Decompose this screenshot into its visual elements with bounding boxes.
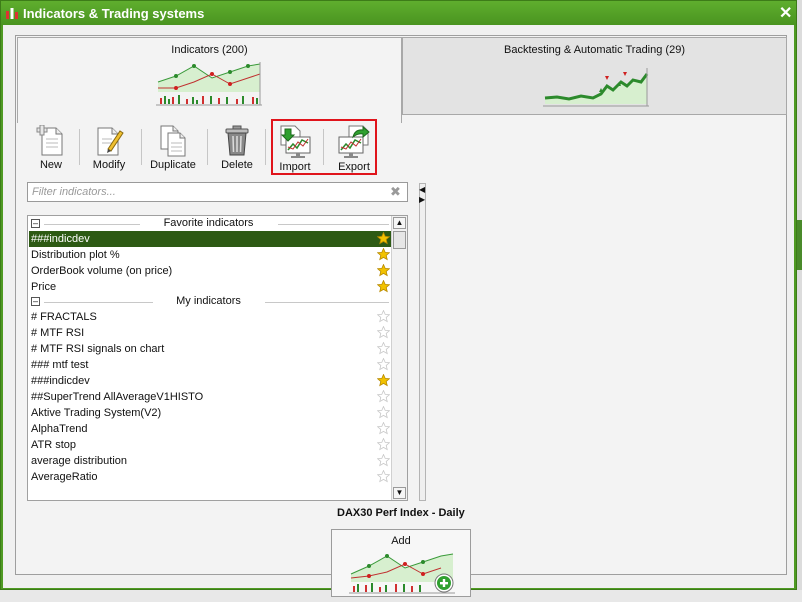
favorite-star-empty-icon[interactable] [377, 358, 390, 371]
filter-input[interactable] [32, 184, 382, 200]
indicator-list-item[interactable]: ##SuperTrend AllAverageV1HISTO [29, 389, 391, 405]
collapse-left-icon[interactable]: ◀ [419, 186, 425, 194]
indicator-list-item[interactable]: AverageRatio [29, 469, 391, 485]
group-title: My indicators [176, 295, 241, 307]
indicator-list: ▲ ▼ – Favorite indicators ###indicdev Distr… [27, 215, 408, 501]
indicator-name: AlphaTrend [31, 423, 88, 435]
indicator-list-item[interactable]: # MTF RSI signals on chart [29, 341, 391, 357]
indicator-list-item[interactable]: ###indicdev [29, 231, 391, 247]
backtesting-chart-icon [543, 68, 649, 107]
favorite-star-empty-icon[interactable] [377, 390, 390, 403]
group-divider [277, 224, 389, 225]
favorite-star-icon[interactable] [377, 248, 390, 261]
indicator-name: ###indicdev [31, 375, 90, 387]
tab-indicators-label: Indicators (200) [171, 44, 248, 56]
indicators-dialog: Indicators & Trading systems ✕ Indicator… [0, 0, 797, 597]
tab-indicators[interactable]: Indicators (200) [17, 37, 402, 123]
tab-backtesting[interactable]: Backtesting & Automatic Trading (29) [402, 37, 787, 115]
expand-right-icon[interactable]: ▶ [419, 196, 425, 204]
delete-button[interactable]: Delete [215, 125, 259, 175]
background-edge [797, 220, 802, 270]
window-title: Indicators & Trading systems [23, 6, 205, 21]
indicator-name: ###indicdev [31, 233, 90, 245]
indicator-name: # FRACTALS [31, 311, 97, 323]
tab-backtesting-label: Backtesting & Automatic Trading (29) [504, 44, 685, 56]
indicator-name: ATR stop [31, 439, 77, 451]
indicator-list-item[interactable]: Distribution plot % [29, 247, 391, 263]
indicator-list-item[interactable]: Price [29, 279, 391, 295]
new-button[interactable]: New [31, 125, 71, 175]
favorite-star-empty-icon[interactable] [377, 454, 390, 467]
indicator-name: Distribution plot % [31, 249, 120, 261]
toolbar-separator [79, 129, 80, 165]
add-indicator-button[interactable]: Add [331, 529, 471, 597]
group-header[interactable]: – My indicators [28, 294, 389, 310]
favorite-star-empty-icon[interactable] [377, 310, 390, 323]
trash-icon [225, 125, 249, 156]
indicator-name: ##SuperTrend AllAverageV1HISTO [31, 391, 204, 403]
new-label: New [39, 159, 62, 171]
indicator-name: OrderBook volume (on price) [31, 265, 173, 277]
toolbar-separator [265, 129, 266, 165]
indicator-list-item[interactable]: AlphaTrend [29, 421, 391, 437]
toolbar-separator [207, 129, 208, 165]
group-header[interactable]: – Favorite indicators [28, 216, 389, 232]
import-export-highlight [271, 119, 377, 175]
favorite-star-empty-icon[interactable] [377, 406, 390, 419]
scroll-thumb[interactable] [393, 231, 406, 249]
favorite-star-empty-icon[interactable] [377, 470, 390, 483]
scroll-up-icon[interactable]: ▲ [393, 217, 406, 229]
add-indicator-chart-icon [349, 553, 455, 594]
duplicate-document-icon [160, 125, 186, 157]
add-label: Add [391, 535, 411, 547]
favorite-star-empty-icon[interactable] [377, 342, 390, 355]
close-icon[interactable]: ✕ [779, 3, 792, 23]
indicator-name: # MTF RSI [31, 327, 85, 339]
toolbar-separator [141, 129, 142, 165]
duplicate-button[interactable]: Duplicate [147, 125, 199, 175]
group-title: Favorite indicators [163, 217, 254, 229]
favorite-star-empty-icon[interactable] [377, 422, 390, 435]
list-scrollbar[interactable]: ▲ ▼ [391, 216, 407, 500]
title-bar[interactable]: Indicators & Trading systems ✕ [1, 1, 796, 25]
indicator-list-item[interactable]: # MTF RSI [29, 325, 391, 341]
indicator-list-item[interactable]: # FRACTALS [29, 309, 391, 325]
clear-filter-icon[interactable]: ✖ [390, 184, 401, 200]
scroll-down-icon[interactable]: ▼ [393, 487, 406, 499]
indicator-list-item[interactable]: Aktive Trading System(V2) [29, 405, 391, 421]
indicator-list-item[interactable]: ATR stop [29, 437, 391, 453]
group-divider [264, 302, 389, 303]
indicator-list-item[interactable]: OrderBook volume (on price) [29, 263, 391, 279]
indicator-name: # MTF RSI signals on chart [31, 343, 165, 355]
app-chart-icon [6, 8, 18, 19]
duplicate-label: Duplicate [150, 159, 196, 171]
instrument-label: DAX30 Perf Index - Daily [337, 507, 465, 519]
modify-button[interactable]: Modify [87, 125, 131, 175]
new-document-icon [36, 125, 63, 156]
indicator-list-item[interactable]: ###indicdev [29, 373, 391, 389]
indicator-name: ### mtf test [31, 359, 89, 371]
delete-label: Delete [221, 159, 253, 171]
dialog-body: Indicators (200) Backtesting & Automatic… [3, 25, 794, 597]
indicator-name: AverageRatio [31, 471, 98, 483]
favorite-star-icon[interactable] [377, 232, 390, 245]
favorite-star-icon[interactable] [377, 280, 390, 293]
indicator-name: average distribution [31, 455, 128, 467]
indicator-list-item[interactable]: ### mtf test [29, 357, 391, 373]
favorite-star-icon[interactable] [377, 374, 390, 387]
modify-label: Modify [92, 159, 126, 171]
favorite-star-icon[interactable] [377, 264, 390, 277]
favorite-star-empty-icon[interactable] [377, 438, 390, 451]
edit-document-icon [97, 127, 124, 156]
favorite-star-empty-icon[interactable] [377, 326, 390, 339]
indicator-name: Price [31, 281, 57, 293]
indicator-chart-icon [156, 62, 262, 106]
indicator-list-item[interactable]: average distribution [29, 453, 391, 469]
panel-collapse-bar[interactable]: ◀ ▶ [419, 183, 426, 501]
indicator-name: Aktive Trading System(V2) [31, 407, 162, 419]
filter-box: ✖ [27, 182, 408, 202]
